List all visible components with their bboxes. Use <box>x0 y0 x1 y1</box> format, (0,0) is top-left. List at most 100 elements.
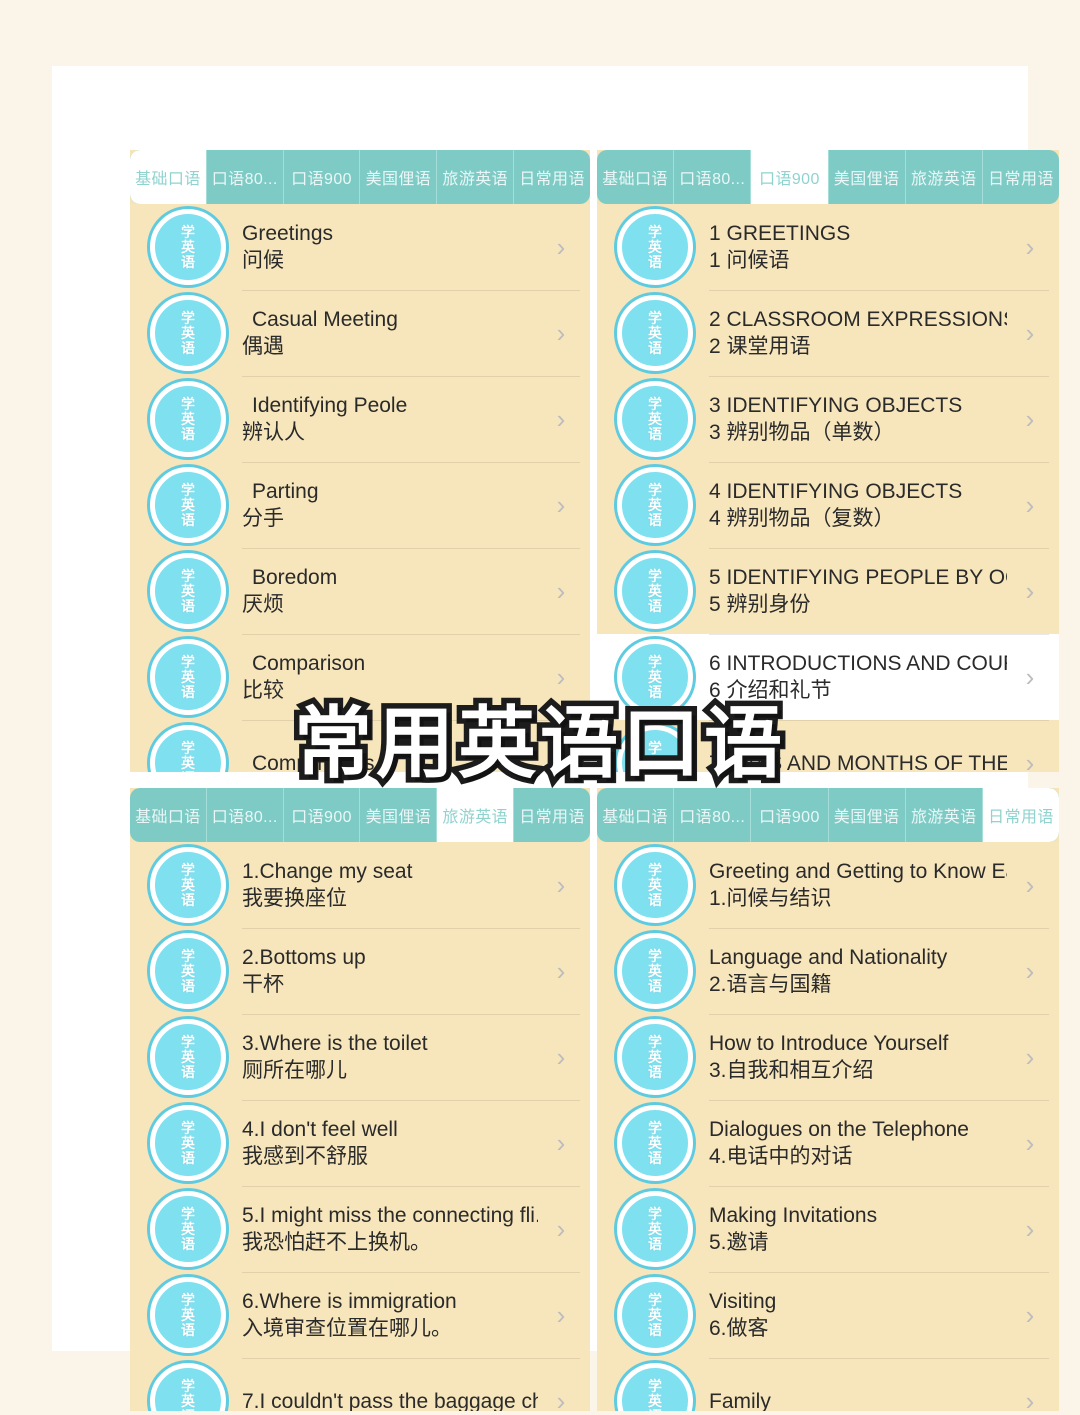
tab-美国俚语[interactable]: 美国俚语 <box>360 788 438 842</box>
list-item-title-cn: 4 辨别物品（复数） <box>709 506 895 530</box>
list-item[interactable]: 学英语 Family › <box>597 1358 1059 1411</box>
study-english-badge-icon: 学英语 <box>150 553 226 629</box>
tab-基础口语[interactable]: 基础口语 <box>130 150 207 204</box>
study-english-badge-icon: 学英语 <box>150 381 226 457</box>
list-item-title-en: 6 INTRODUCTIONS AND COUR... <box>709 651 1007 675</box>
badge-label: 学英语 <box>181 1033 195 1080</box>
list-item[interactable]: 学英语 Casual Meeting 偶遇 › <box>130 290 590 376</box>
list-item-texts: Identifying Peole 辨认人 <box>242 392 548 447</box>
tabbar-top-right[interactable]: 基础口语 口语80... 口语900 美国俚语 旅游英语 日常用语 <box>597 150 1059 204</box>
list-item-texts: 4.I don't feel well 我感到不舒服 <box>242 1116 548 1171</box>
badge-label: 学英语 <box>181 481 195 528</box>
badge-label: 学英语 <box>648 1119 662 1166</box>
list-item[interactable]: 学英语 1.Change my seat 我要换座位 › <box>130 842 590 928</box>
tab-旅游英语[interactable]: 旅游英语 <box>906 150 983 204</box>
chevron-right-icon: › <box>1025 1214 1035 1244</box>
row-divider <box>242 1186 580 1187</box>
tab-旅游英语[interactable]: 旅游英语 <box>437 788 515 842</box>
chevron-right-icon: › <box>1025 662 1035 692</box>
chevron-right-icon: › <box>556 1300 566 1330</box>
list-item[interactable]: 学英语 Parting 分手 › <box>130 462 590 548</box>
row-divider <box>709 928 1049 929</box>
list-item[interactable]: 学英语 5 IDENTIFYING PEOPLE BY OCC... 5 辨别身份 › <box>597 548 1059 634</box>
overlay-title: 常用英语口语 <box>288 694 787 795</box>
list-item-title-en: Family <box>709 1389 771 1412</box>
tab-基础口语[interactable]: 基础口语 <box>597 788 675 842</box>
tab-日常用语[interactable]: 日常用语 <box>514 788 590 842</box>
list-item-title-cn: 1.问候与结识 <box>709 886 832 910</box>
list-item[interactable]: 学英语 Language and Nationality 2.语言与国籍 › <box>597 928 1059 1014</box>
tab-美国俚语[interactable]: 美国俚语 <box>360 150 438 204</box>
tab-日常用语[interactable]: 日常用语 <box>983 150 1059 204</box>
chevron-right-icon: › <box>1025 1042 1035 1072</box>
tab-美国俚语[interactable]: 美国俚语 <box>829 150 906 204</box>
list-item[interactable]: 学英语 Making Invitations 5.邀请 › <box>597 1186 1059 1272</box>
chevron-right-icon: › <box>1025 232 1035 262</box>
list-item[interactable]: 学英语 4 IDENTIFYING OBJECTS 4 辨别物品（复数） › <box>597 462 1059 548</box>
list-item-texts: 3 IDENTIFYING OBJECTS 3 辨别物品（单数） <box>709 392 1017 447</box>
tabbar-top-left[interactable]: 基础口语 口语80... 口语900 美国俚语 旅游英语 日常用语 <box>130 150 590 204</box>
badge-label: 学英语 <box>648 309 662 356</box>
badge-label: 学英语 <box>181 567 195 614</box>
tab-日常用语[interactable]: 日常用语 <box>982 788 1059 842</box>
tab-日常用语[interactable]: 日常用语 <box>514 150 590 204</box>
list-item[interactable]: 学英语 Dialogues on the Telephone 4.电话中的对话 › <box>597 1100 1059 1186</box>
tabbar-bottom-left[interactable]: 基础口语 口语80... 口语900 美国俚语 旅游英语 日常用语 <box>130 788 590 842</box>
tab-口语80...[interactable]: 口语80... <box>674 788 752 842</box>
study-english-badge-icon: 学英语 <box>617 553 693 629</box>
chevron-right-icon: › <box>556 1042 566 1072</box>
list-item[interactable]: 学英语 Greeting and Getting to Know Ea... 1.问… <box>597 842 1059 928</box>
list-item-texts: Boredom 厌烦 <box>242 564 548 619</box>
tab-基础口语[interactable]: 基础口语 <box>597 150 675 204</box>
list-item[interactable]: 学英语 Identifying Peole 辨认人 › <box>130 376 590 462</box>
list-item[interactable]: 学英语 3.Where is the toilet 厕所在哪儿 › <box>130 1014 590 1100</box>
chevron-right-icon: › <box>1025 956 1035 986</box>
tab-基础口语[interactable]: 基础口语 <box>130 788 207 842</box>
list-item[interactable]: 学英语 Greetings 问候 › <box>130 204 590 290</box>
panel-top-left: 基础口语 口语80... 口语900 美国俚语 旅游英语 日常用语 学英语 Greeting… <box>130 150 590 772</box>
list-item-title-cn: 分手 <box>242 506 284 530</box>
panel-bottom-left: 基础口语 口语80... 口语900 美国俚语 旅游英语 日常用语 学英语 1.Change… <box>130 788 590 1411</box>
tab-口语80...[interactable]: 口语80... <box>207 788 284 842</box>
list-item[interactable]: 学英语 Visiting 6.做客 › <box>597 1272 1059 1358</box>
row-divider <box>709 548 1049 549</box>
list-item-title-cn: 干杯 <box>242 972 284 996</box>
list-item[interactable]: 学英语 3 IDENTIFYING OBJECTS 3 辨别物品（单数） › <box>597 376 1059 462</box>
tab-口语900[interactable]: 口语900 <box>284 150 361 204</box>
list-item-title-cn: 我感到不舒服 <box>242 1144 368 1168</box>
tab-口语900[interactable]: 口语900 <box>751 788 829 842</box>
list-item-title-en: 3.Where is the toilet <box>242 1031 428 1055</box>
tab-美国俚语[interactable]: 美国俚语 <box>829 788 906 842</box>
chevron-right-icon: › <box>556 956 566 986</box>
study-english-badge-icon: 学英语 <box>617 1019 693 1095</box>
list-item[interactable]: 学英语 7.I couldn't pass the baggage ch... › <box>130 1358 590 1411</box>
row-divider <box>242 928 580 929</box>
badge-label: 学英语 <box>181 861 195 908</box>
list-item-title-en: Casual Meeting <box>252 307 398 331</box>
tab-口语900[interactable]: 口语900 <box>284 788 361 842</box>
badge-label: 学英语 <box>181 1119 195 1166</box>
badge-label: 学英语 <box>648 481 662 528</box>
row-divider <box>709 1186 1049 1187</box>
list-item[interactable]: 学英语 How to Introduce Yourself 3.自我和相互介绍 › <box>597 1014 1059 1100</box>
chevron-right-icon: › <box>556 1214 566 1244</box>
list-item-title-en: 7.I couldn't pass the baggage ch... <box>242 1389 538 1412</box>
badge-label: 学英语 <box>181 947 195 994</box>
list-item[interactable]: 学英语 1 GREETINGS 1 问候语 › <box>597 204 1059 290</box>
list-item[interactable]: 学英语 6.Where is immigration 入境审查位置在哪儿。 › <box>130 1272 590 1358</box>
study-english-badge-icon: 学英语 <box>150 847 226 923</box>
list-item[interactable]: 学英语 5.I might miss the connecting fli... 我… <box>130 1186 590 1272</box>
tab-口语80...[interactable]: 口语80... <box>674 150 752 204</box>
list-item[interactable]: 学英语 2.Bottoms up 干杯 › <box>130 928 590 1014</box>
tab-旅游英语[interactable]: 旅游英语 <box>906 788 983 842</box>
list-bottom-left: 学英语 1.Change my seat 我要换座位 › 学英语 2.Bottoms up… <box>130 842 590 1411</box>
list-item-title-cn: 厌烦 <box>242 592 284 616</box>
list-item[interactable]: 学英语 4.I don't feel well 我感到不舒服 › <box>130 1100 590 1186</box>
list-item[interactable]: 学英语 Boredom 厌烦 › <box>130 548 590 634</box>
tab-口语80...[interactable]: 口语80... <box>207 150 284 204</box>
tab-口语900[interactable]: 口语900 <box>751 150 829 204</box>
list-item[interactable]: 学英语 2 CLASSROOM EXPRESSIONS 2 课堂用语 › <box>597 290 1059 376</box>
tab-旅游英语[interactable]: 旅游英语 <box>437 150 515 204</box>
row-divider <box>709 634 1049 635</box>
tabbar-bottom-right[interactable]: 基础口语 口语80... 口语900 美国俚语 旅游英语 日常用语 <box>597 788 1059 842</box>
